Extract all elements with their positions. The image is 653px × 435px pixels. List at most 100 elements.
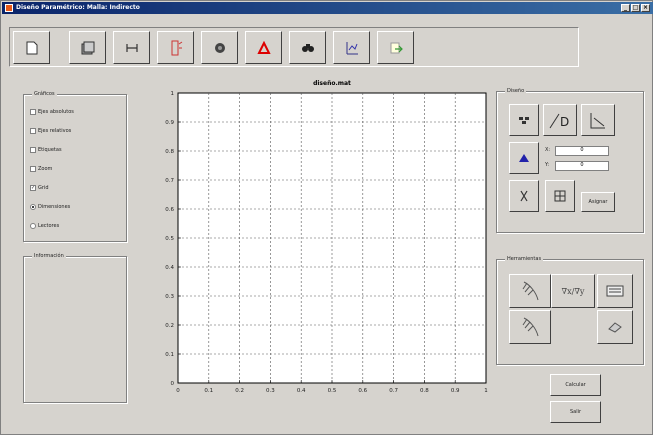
chart-button[interactable] [333, 31, 370, 64]
x-tick-label: 0 [176, 388, 180, 394]
record-button[interactable] [201, 31, 238, 64]
minimize-button[interactable]: _ [621, 4, 630, 12]
export-button[interactable] [377, 31, 414, 64]
x-tick-label: 1 [484, 388, 488, 394]
points-icon [519, 117, 529, 124]
plot-axes[interactable]: diseño.mat 0 0.1 0.2 0.3 0.4 0.5 0.6 0.7 0.8 0.9 1 0… [151, 77, 496, 397]
graficos-item-label: Lectores [38, 223, 60, 229]
x-input[interactable]: 0 [555, 146, 609, 156]
checkbox[interactable] [30, 147, 36, 153]
graficos-item[interactable]: Ejes absolutos [30, 108, 74, 116]
new-file-icon [26, 41, 37, 54]
y-tick-label: 0.2 [165, 323, 174, 329]
x-tick-label: 0.3 [266, 388, 275, 394]
checkbox[interactable] [30, 128, 36, 134]
x-tick-label: 0.4 [297, 388, 306, 394]
graficos-item[interactable]: Zoom [30, 165, 52, 173]
measure-button[interactable] [113, 31, 150, 64]
grid-button[interactable] [545, 180, 575, 212]
svg-text:D: D [560, 115, 569, 129]
x-label: X: [545, 147, 551, 153]
y-tick-label: 0 [171, 381, 175, 387]
x-tick-label: 0.2 [235, 388, 244, 394]
herramientas-title: Herramientas [505, 256, 544, 263]
pen-icon [522, 281, 539, 301]
x-tick-label: 0.6 [358, 388, 367, 394]
tool-pen-button[interactable] [509, 274, 551, 308]
new-file-button[interactable] [13, 31, 50, 64]
angle-button[interactable] [581, 104, 615, 136]
points-button[interactable] [509, 104, 539, 136]
calculator-button[interactable] [597, 274, 633, 308]
distance-button[interactable]: D [543, 104, 577, 136]
graficos-item[interactable]: Etiquetas [30, 146, 62, 154]
triangle-button[interactable] [509, 142, 539, 174]
graficos-panel: Gráficos Ejes absolutos Ejes relativos Eti… [23, 91, 127, 242]
y-tick-label: 0.9 [165, 120, 174, 126]
search-button[interactable] [289, 31, 326, 64]
scale-button[interactable] [509, 180, 539, 212]
flip-icon [171, 40, 182, 55]
maximize-button[interactable]: □ [631, 4, 640, 12]
graficos-title: Gráficos [32, 91, 57, 98]
y-tick-label: 0.1 [165, 352, 174, 358]
distance-icon: D [549, 113, 569, 129]
graficos-item[interactable]: ✓ Grid [30, 184, 49, 192]
pdf-icon [256, 40, 271, 54]
x-tick-label: 0.7 [389, 388, 398, 394]
export-icon [390, 42, 403, 53]
grid-icon [554, 190, 566, 202]
asignar-button[interactable]: Asignar [581, 192, 615, 212]
graficos-item-label: Etiquetas [38, 147, 62, 153]
main-window: Diseño Paramétrico: Malla: Indirecto _ □… [0, 0, 653, 435]
app-icon [5, 4, 13, 12]
eraser-icon [608, 322, 622, 333]
y-tick-label: 0.4 [165, 265, 174, 271]
y-tick-label: 0.5 [165, 236, 174, 242]
title-bar: Diseño Paramétrico: Malla: Indirecto _ □… [2, 2, 653, 14]
binoculars-icon [301, 43, 314, 52]
checkbox[interactable] [30, 109, 36, 115]
graficos-item-label: Grid [38, 185, 49, 191]
graficos-item[interactable]: Dimensiones [30, 203, 70, 211]
angle-icon [590, 113, 605, 129]
tool-pen2-button[interactable] [509, 310, 551, 344]
checkbox[interactable]: ✓ [30, 185, 36, 191]
scale-icon [520, 190, 528, 202]
toolbar [9, 27, 579, 67]
graficos-item[interactable]: Ejes relativos [30, 127, 71, 135]
informacion-title: Información [32, 253, 66, 260]
graficos-item-label: Zoom [38, 166, 53, 172]
open-button[interactable] [69, 31, 106, 64]
measure-icon [125, 43, 138, 52]
window-title: Diseño Paramétrico: Malla: Indirecto [16, 4, 140, 11]
salir-button[interactable]: Salir [550, 401, 601, 423]
y-label: Y: [545, 162, 550, 168]
gradient-button[interactable]: ∇x/∇y [551, 274, 595, 308]
record-icon [214, 42, 225, 53]
checkbox[interactable] [30, 166, 36, 172]
x-tick-label: 0.1 [204, 388, 213, 394]
open-icon [81, 41, 94, 54]
radio-button[interactable] [30, 204, 36, 210]
pen-icon-2 [522, 317, 539, 337]
diseno-title: Diseño [505, 88, 527, 95]
calculator-icon [606, 285, 624, 297]
flip-button[interactable] [157, 31, 194, 64]
graficos-item[interactable]: Lectores [30, 222, 59, 230]
y-tick-label: 1 [171, 91, 175, 97]
y-tick-label: 0.3 [165, 294, 174, 300]
x-tick-label: 0.8 [420, 388, 429, 394]
eraser-button[interactable] [597, 310, 633, 344]
y-tick-label: 0.6 [165, 207, 174, 213]
graficos-item-label: Dimensiones [38, 204, 71, 210]
radio-button[interactable] [30, 223, 36, 229]
pdf-button[interactable] [245, 31, 282, 64]
y-input[interactable]: 0 [555, 161, 609, 171]
x-tick-label: 0.9 [451, 388, 460, 394]
plot-svg: diseño.mat 0 0.1 0.2 0.3 0.4 0.5 0.6 0.7 0.8 0.9 1 0… [165, 80, 488, 394]
diseno-panel: Diseño D X: 0 Y: 0 Asignar [496, 88, 644, 233]
calcular-button[interactable]: Calcular [550, 374, 601, 396]
chart-icon [346, 41, 358, 54]
close-button[interactable]: × [641, 4, 650, 12]
